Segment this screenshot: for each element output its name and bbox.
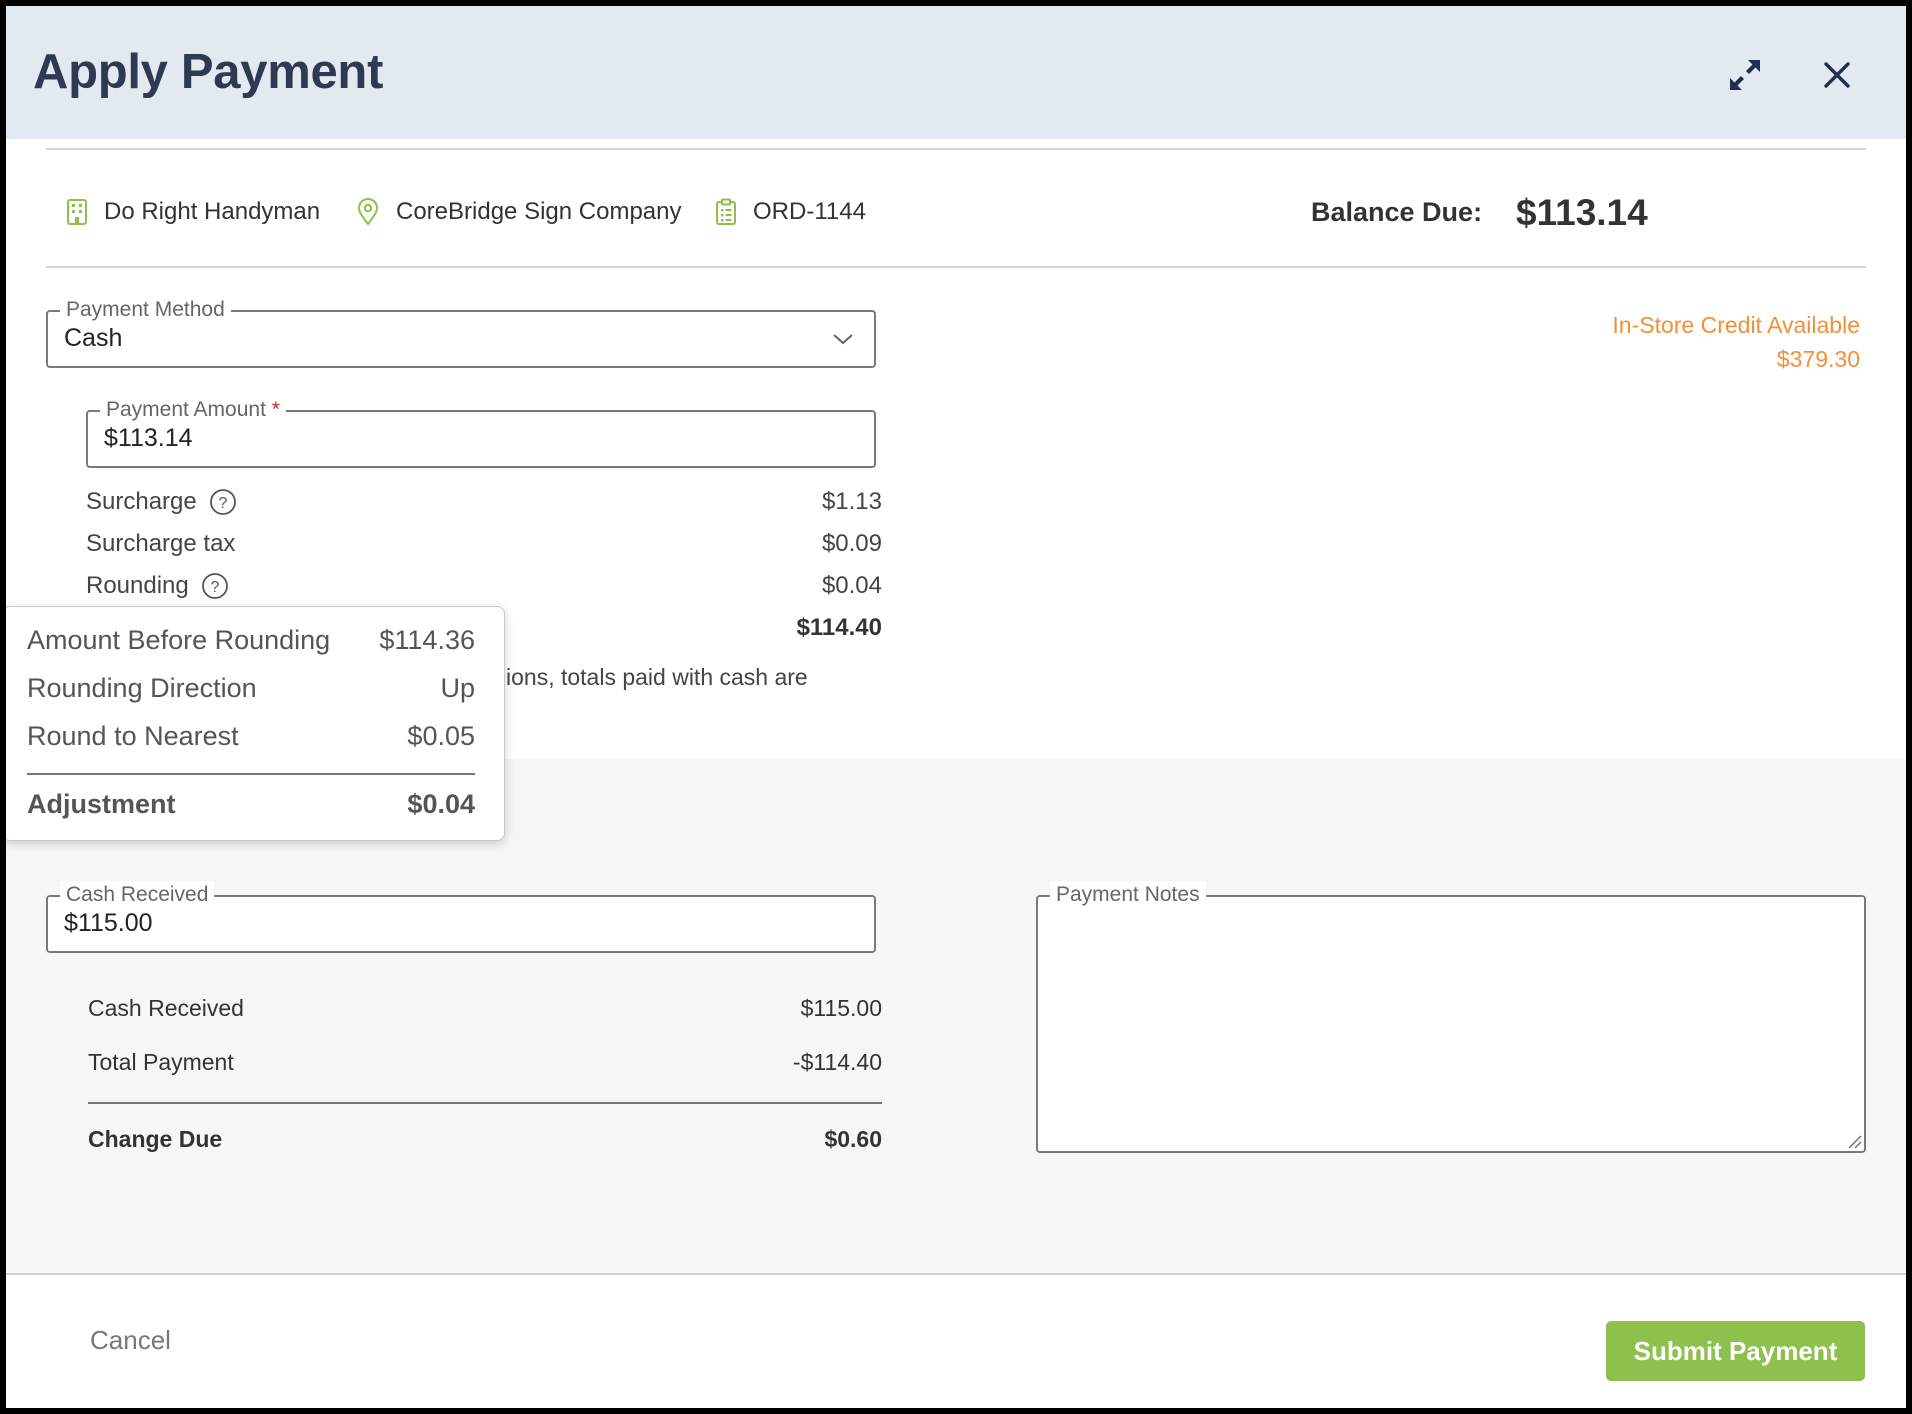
popover-adjustment-row: Adjustment $0.04 <box>27 789 475 825</box>
surcharge-row: Surcharge ? $1.13 <box>86 486 882 520</box>
payment-method-label: Payment Method <box>60 296 231 324</box>
surcharge-label: Surcharge <box>86 488 197 515</box>
rounding-label: Rounding <box>86 572 189 599</box>
svg-text:?: ? <box>218 495 227 512</box>
question-circle-icon[interactable]: ? <box>201 572 229 600</box>
adjustment-label: Adjustment <box>27 789 176 819</box>
expand-icon[interactable] <box>1719 49 1771 101</box>
amount-before-rounding-value: $114.36 <box>379 625 475 655</box>
apply-payment-dialog: Apply Payment Do Right Handyman CoreBrid… <box>6 6 1906 1408</box>
surcharge-tax-row: Surcharge tax $0.09 <box>86 528 882 562</box>
payment-amount-input[interactable]: Payment Amount * $113.14 <box>86 396 876 468</box>
popover-row: Rounding Direction Up <box>27 673 475 709</box>
surcharge-value: $1.13 <box>821 488 882 515</box>
map-pin-icon <box>357 198 379 226</box>
cash-received-input[interactable]: Cash Received $115.00 <box>46 881 876 953</box>
order-info: ORD-1144 <box>715 192 866 232</box>
location-name: CoreBridge Sign Company <box>396 198 682 225</box>
rounding-direction-label: Rounding Direction <box>27 673 257 703</box>
popover-divider <box>27 773 475 775</box>
dialog-header: Apply Payment <box>6 6 1906 139</box>
amount-before-rounding-label: Amount Before Rounding <box>27 625 331 655</box>
payment-method-select[interactable]: Payment Method Cash <box>46 296 876 368</box>
rounding-value: $0.04 <box>821 572 882 599</box>
cancel-button[interactable]: Cancel <box>90 1325 171 1356</box>
cash-received-value: $115.00 <box>64 909 153 937</box>
balance-due-value: $113.14 <box>1516 192 1648 233</box>
cash-received-row: Cash Received $115.00 <box>88 995 882 1029</box>
surcharge-tax-value: $0.09 <box>821 530 882 557</box>
cash-received-label: Cash Received <box>60 881 215 909</box>
customer-name: Do Right Handyman <box>104 198 321 225</box>
payment-notes-label: Payment Notes <box>1050 881 1206 909</box>
round-to-nearest-value: $0.05 <box>407 721 475 751</box>
surcharge-tax-label: Surcharge tax <box>86 530 236 557</box>
total-payment-value: -$114.40 <box>792 1049 882 1075</box>
location-info: CoreBridge Sign Company <box>356 192 681 232</box>
change-due-row: Change Due $0.60 <box>88 1126 882 1160</box>
popover-row: Round to Nearest $0.05 <box>27 721 475 757</box>
round-to-nearest-label: Round to Nearest <box>27 721 239 751</box>
question-circle-icon[interactable]: ? <box>209 488 237 516</box>
chevron-down-icon <box>833 334 853 345</box>
rounding-details-popover: Amount Before Rounding $114.36 Rounding … <box>6 606 505 841</box>
payment-amount-label: Payment Amount * <box>100 396 286 424</box>
cash-received-summary-label: Cash Received <box>88 995 244 1021</box>
resize-grip-icon[interactable] <box>1846 1133 1862 1149</box>
total-payment-label: Total Payment <box>88 1049 234 1075</box>
payment-notes-textarea[interactable]: Payment Notes <box>1036 881 1866 1153</box>
balance-due-label: Balance Due: <box>1311 197 1483 227</box>
total-value: $114.40 <box>796 614 882 641</box>
submit-payment-button[interactable]: Submit Payment <box>1606 1321 1865 1381</box>
divider <box>88 1102 882 1104</box>
popover-row: Amount Before Rounding $114.36 <box>27 625 475 661</box>
payment-amount-value: $113.14 <box>104 424 193 452</box>
adjustment-value: $0.04 <box>407 789 475 819</box>
rounding-direction-value: Up <box>440 673 475 703</box>
svg-text:?: ? <box>210 579 219 596</box>
clipboard-icon <box>716 198 736 225</box>
change-due-label: Change Due <box>88 1126 223 1152</box>
payment-method-value: Cash <box>64 324 123 352</box>
store-credit-label: In-Store Credit Available <box>1612 312 1860 338</box>
close-icon[interactable] <box>1811 49 1863 101</box>
required-mark: * <box>271 398 280 421</box>
rounding-row: Rounding ? $0.04 <box>86 570 882 604</box>
customer-info: Do Right Handyman <box>66 192 320 232</box>
dialog-footer: Cancel Submit Payment <box>6 1273 1906 1408</box>
building-icon <box>67 199 87 225</box>
change-due-value: $0.60 <box>824 1126 882 1152</box>
cash-rounding-disclaimer: ions, totals paid with cash are <box>506 664 808 690</box>
order-number: ORD-1144 <box>753 198 866 225</box>
cash-received-summary-value: $115.00 <box>800 995 882 1021</box>
dialog-title: Apply Payment <box>33 45 384 99</box>
divider <box>46 148 1866 150</box>
divider <box>46 266 1866 268</box>
total-payment-row: Total Payment -$114.40 <box>88 1049 882 1083</box>
store-credit-value: $379.30 <box>1776 346 1860 372</box>
